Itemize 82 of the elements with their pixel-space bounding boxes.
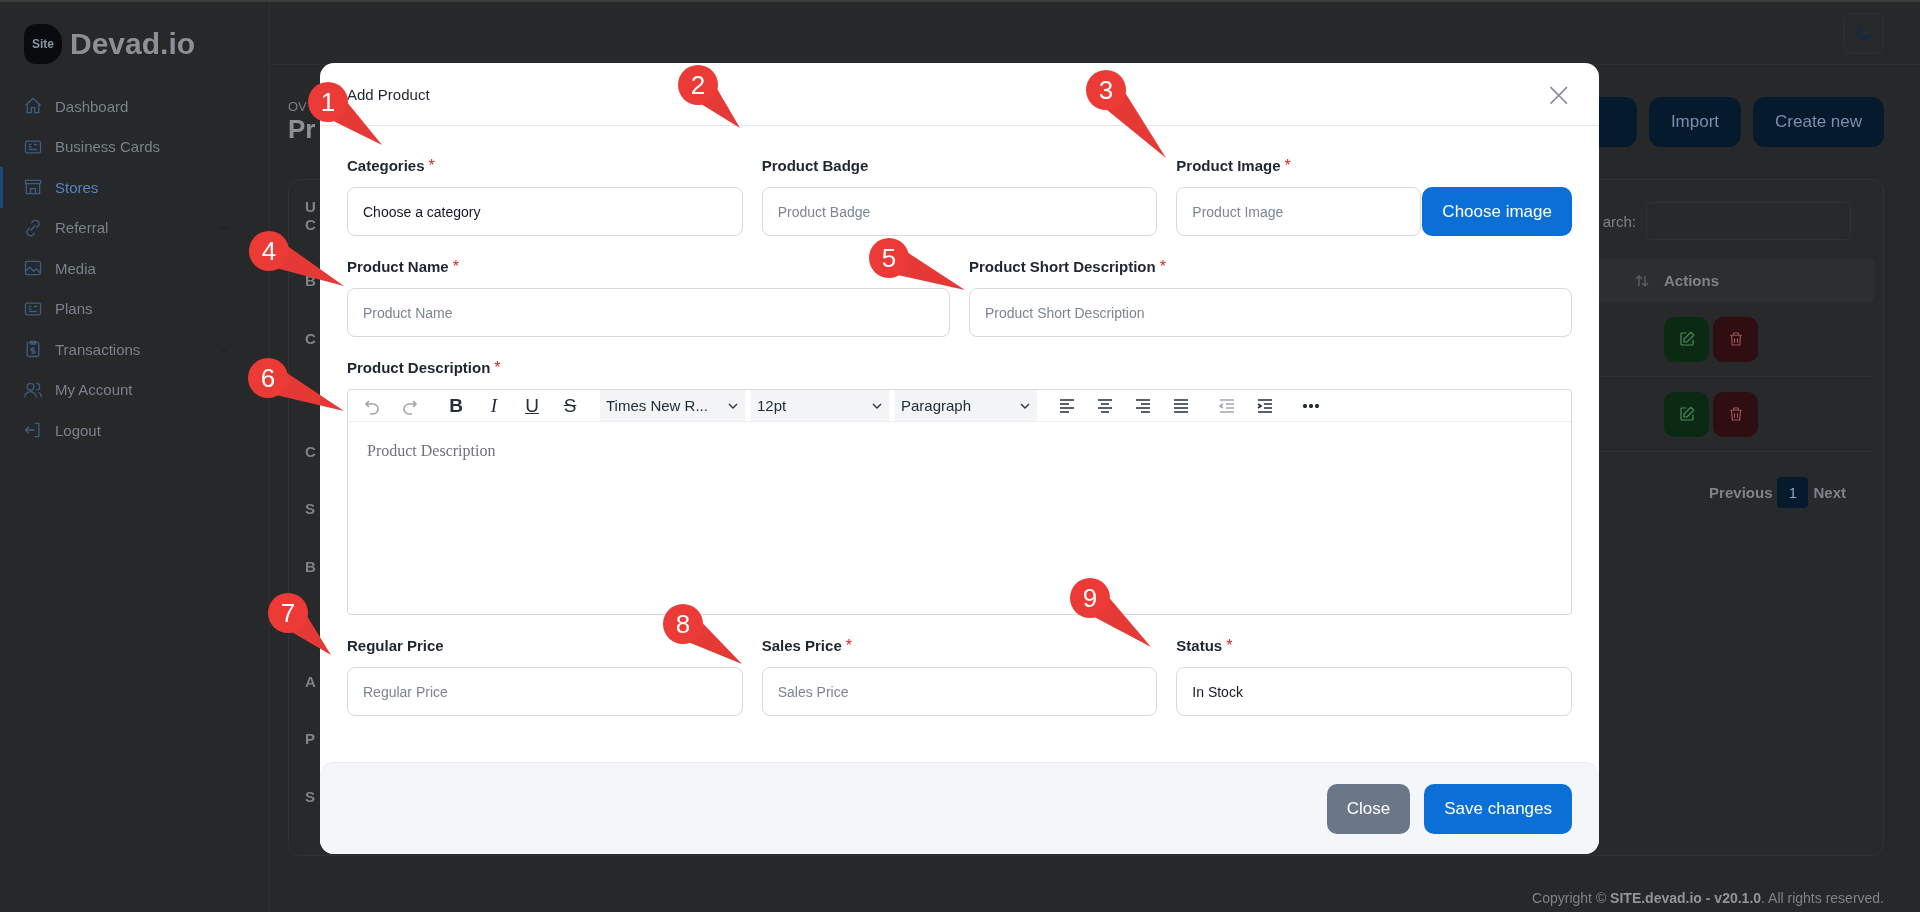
field-label: Product Short Description bbox=[969, 258, 1156, 276]
field-label: Categories bbox=[347, 157, 425, 175]
image-path-field[interactable]: Product Image bbox=[1176, 187, 1422, 236]
required-mark: * bbox=[494, 359, 501, 377]
required-mark: * bbox=[452, 258, 459, 276]
justify-icon bbox=[1172, 396, 1190, 415]
sidebar-item[interactable]: Logout bbox=[0, 410, 243, 451]
close-button[interactable]: × bbox=[1540, 77, 1577, 111]
logo-badge: Site bbox=[24, 24, 62, 64]
theme-toggle-button[interactable] bbox=[1843, 12, 1884, 54]
table-cell-text: B bbox=[305, 558, 317, 576]
table-cell-text: P bbox=[305, 730, 316, 748]
text-field[interactable]: Sales Price bbox=[761, 667, 1158, 716]
copyright-text: Copyright © SITE.devad.io - v20.1.0. All rights reserved. bbox=[1531, 890, 1884, 908]
delete-button[interactable] bbox=[1713, 316, 1758, 362]
page-title: Pr bbox=[288, 114, 316, 145]
link-icon bbox=[23, 217, 43, 238]
bold-button[interactable]: B bbox=[440, 391, 472, 420]
field-label: Product Badge bbox=[761, 157, 869, 175]
text-field[interactable]: Product Badge bbox=[761, 187, 1158, 236]
page-number[interactable]: 1 bbox=[1777, 477, 1809, 508]
toolbar-dropdown[interactable]: Times New R... bbox=[600, 390, 745, 421]
italic-button[interactable]: I bbox=[478, 391, 510, 420]
sidebar-item[interactable]: Plans bbox=[0, 288, 243, 329]
edit-icon bbox=[1677, 405, 1696, 423]
field-label: Regular Price bbox=[347, 637, 444, 655]
strike-button[interactable]: S bbox=[554, 391, 586, 420]
select-field[interactable]: In Stock bbox=[1176, 667, 1572, 716]
table-cell-text: U bbox=[305, 198, 317, 216]
field-label: Product Image bbox=[1176, 157, 1281, 175]
select-field[interactable]: Choose a category bbox=[347, 187, 743, 236]
required-mark: * bbox=[1284, 157, 1291, 175]
dialog-title: Add Product bbox=[347, 85, 430, 103]
edit-button[interactable] bbox=[1664, 316, 1709, 362]
table-cell-text: C bbox=[305, 330, 317, 348]
field-label: Status bbox=[1176, 637, 1223, 655]
align-right-icon bbox=[1134, 396, 1152, 415]
sidebar-item[interactable]: Transactions bbox=[0, 329, 243, 370]
edit-icon bbox=[1677, 330, 1696, 348]
column-header: Actions bbox=[1664, 272, 1719, 289]
text-field[interactable]: Regular Price bbox=[347, 667, 743, 716]
sidebar-item[interactable]: Media bbox=[0, 248, 243, 289]
page-overline: OV bbox=[288, 99, 308, 114]
choose-image-button[interactable]: Choose image bbox=[1422, 187, 1572, 236]
text-field[interactable]: Product Name bbox=[347, 288, 950, 337]
save-button[interactable]: Save changes bbox=[1424, 783, 1572, 834]
sidebar-item[interactable]: Stores bbox=[0, 167, 243, 208]
description-placeholder: Product Description bbox=[366, 441, 497, 462]
sidebar-item[interactable]: Referral bbox=[0, 207, 243, 248]
table-cell-text: C bbox=[305, 443, 317, 461]
toolbar-dropdown[interactable]: 12pt bbox=[751, 390, 889, 421]
align-center-icon bbox=[1096, 396, 1114, 415]
close-button[interactable]: Close bbox=[1326, 783, 1411, 834]
text-field[interactable]: Product Short Description bbox=[969, 288, 1572, 337]
underline-button[interactable]: U bbox=[516, 391, 548, 420]
sidebar-item[interactable]: My Account bbox=[0, 369, 243, 410]
required-mark: * bbox=[1226, 637, 1233, 655]
required-mark: * bbox=[1159, 258, 1166, 276]
indent-icon bbox=[1256, 396, 1274, 415]
header-button[interactable]: Create new bbox=[1753, 97, 1884, 147]
search-label: arch: bbox=[1602, 212, 1636, 230]
table-cell-text: C bbox=[305, 216, 317, 234]
more-icon bbox=[1302, 403, 1320, 408]
table-cell-text: A bbox=[305, 673, 317, 691]
field-label: Sales Price bbox=[761, 637, 842, 655]
table-cell-text: S bbox=[305, 500, 316, 518]
outdent-icon bbox=[1218, 396, 1236, 415]
toolbar-dropdown[interactable]: Paragraph bbox=[895, 390, 1037, 421]
align-left-icon bbox=[1058, 396, 1076, 415]
previous-link[interactable]: Previous bbox=[1709, 484, 1773, 501]
delete-button[interactable] bbox=[1713, 391, 1758, 437]
field-label: Product Description bbox=[347, 359, 491, 377]
edit-button[interactable] bbox=[1664, 391, 1709, 437]
required-mark: * bbox=[845, 637, 852, 655]
field-label: Product Name bbox=[347, 258, 449, 276]
brand-name: Devad.io bbox=[70, 27, 196, 61]
table-cell-text: S bbox=[305, 788, 316, 806]
next-link[interactable]: Next bbox=[1813, 484, 1846, 501]
sidebar-item[interactable]: Business Cards bbox=[0, 126, 243, 167]
sidebar-item[interactable]: Dashboard bbox=[0, 86, 243, 127]
header-button[interactable]: Import bbox=[1648, 97, 1742, 147]
required-mark: * bbox=[428, 157, 435, 175]
